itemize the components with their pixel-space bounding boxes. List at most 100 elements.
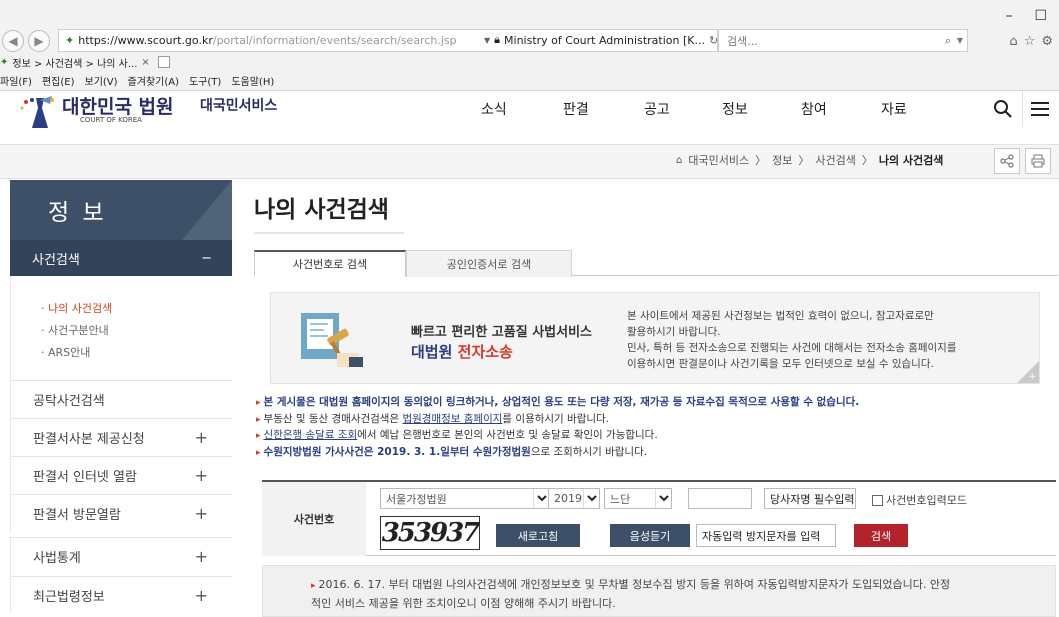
browser-toolbar-icons: ⌂ ☆ ⚙ [1009,34,1053,49]
case-number-input[interactable] [688,488,752,509]
tab-search-by-certificate[interactable]: 공인인증서로 검색 [406,250,572,277]
court-select[interactable]: 서울가정법원 [380,488,550,509]
submenu-ars-guide[interactable]: · ARS안내 [11,342,232,364]
captcha-refresh-button[interactable]: 새로고침 [496,524,580,547]
expand-icon[interactable]: + [195,428,208,447]
submenu-my-case-search[interactable]: · 나의 사건검색 [11,298,232,320]
banner-line: 이용하시면 판결문이나 사건기록을 모두 인터넷으로 보실 수 있습니다. [627,358,934,370]
court-emblem-icon[interactable] [18,94,58,130]
site-favicon-icon: ✦ [65,34,75,47]
nav-judgments[interactable]: 판결 [563,99,589,119]
expand-icon[interactable]: + [195,586,208,605]
bullet-icon: ▸ [311,581,316,591]
site-identity[interactable]: ▼ 🔒︎ Ministry of Court Administration [K… [484,33,718,47]
search-submit-button[interactable]: 검색 [854,524,908,547]
captcha-image: 353937 [380,516,480,550]
expand-icon[interactable]: + [195,466,208,485]
site-search-button[interactable] [985,91,1021,127]
menu-edit[interactable]: 편집(E) [42,73,75,89]
nav-materials[interactable]: 자료 [881,99,907,119]
case-number-mode-checkbox[interactable]: 사건번호입력모드 [872,492,967,508]
url-path: /portal/information/events/search/search… [212,34,457,47]
nav-information[interactable]: 정보 [722,99,748,119]
nav-news[interactable]: 소식 [481,99,507,119]
nav-notices[interactable]: 공고 [644,99,670,119]
window-controls: – ☐ [1005,8,1047,24]
sidebar-item-deposit-search[interactable]: 공탁사건검색 [10,380,232,418]
collapse-icon[interactable]: − [201,251,212,266]
home-icon[interactable]: ⌂ [676,155,682,166]
menu-file[interactable]: 파일(F) [0,73,32,89]
sidebar-item-label: 판결서 방문열람 [33,508,121,523]
site-menu-button[interactable] [1022,91,1056,127]
site-logo-title[interactable]: 대한민국 법원 [62,92,174,119]
breadcrumb-item[interactable]: 대국민서비스 [688,152,749,168]
e-litigation-banner[interactable]: 빠르고 편리한 고품질 사법서비스 대법원 전자소송 본 사이트에서 제공된 사… [270,292,1040,384]
tab-close-icon[interactable]: × [141,57,149,68]
sidebar-item-label: 최근법령정보 [33,590,105,605]
notice-text: 에서 예납 은행번호로 본인의 사건번호 및 송달료 확인이 가능합니다. [357,429,658,441]
search-icon[interactable]: ⌕ [945,34,951,48]
forward-button[interactable]: ▶ [28,30,50,52]
info-text: 2016. 6. 17. 부터 대법원 나의사건검색에 개인정보보호 및 무차별… [318,578,951,591]
year-select[interactable]: 2019 [548,488,600,509]
browser-menubar: 파일(F) 편집(E) 보기(V) 즐겨찾기(A) 도구(T) 도움말(H) [0,73,274,89]
sidebar-item-label: 공탁사건검색 [33,394,105,409]
browser-tab[interactable]: ✦ 정보 > 사건검색 > 나의 사... × [0,53,170,71]
breadcrumb-item[interactable]: 사건검색 [815,152,855,168]
back-button[interactable]: ◀ [2,30,24,52]
breadcrumb-item[interactable]: 정보 [772,152,792,168]
minimize-icon[interactable]: – [1005,8,1012,24]
auction-site-link[interactable]: 법원경매정보 홈페이지 [402,413,502,425]
notice-item: ▸ 신한은행 송달료 조회에서 예납 은행번호로 본인의 사건번호 및 송달료 확… [256,427,1056,444]
lock-icon: 🔒︎ [494,33,501,46]
checkbox-icon[interactable] [872,494,883,506]
sidebar-title-text: 정 보 [48,200,107,226]
nav-participation[interactable]: 참여 [801,99,827,119]
settings-gear-icon[interactable]: ⚙ [1041,34,1053,49]
menu-help[interactable]: 도움말(H) [231,73,274,89]
sidebar-item-case-search[interactable]: 사건검색 − [10,240,232,276]
court-select-value: 서울가정법원 [386,492,447,506]
captcha-audio-button[interactable]: 음성듣기 [610,524,690,547]
notice-text: 를 이용하시기 바랍니다. [502,412,610,425]
maximize-icon[interactable]: ☐ [1034,8,1047,24]
chevron-down-icon [533,489,549,508]
refresh-icon[interactable]: ↻ [709,34,718,47]
checkbox-label: 사건번호입력모드 [886,494,967,507]
favorites-star-icon[interactable]: ☆ [1024,34,1036,49]
sidebar-item-judgment-online[interactable]: 판결서 인터넷 열람 + [10,456,232,494]
bullet-icon: ▸ [256,398,261,408]
expand-icon[interactable]: + [195,547,208,566]
home-icon[interactable]: ⌂ [1009,34,1017,49]
service-name[interactable]: 대국민서비스 [200,95,277,115]
info-line: 적인 서비스 제공을 위한 조치이오니 이점 양해해 주시기 바랍니다. [311,597,616,610]
banner-brand-blue: 대법원 [411,343,453,361]
site-logo-subtitle: COURT OF KOREA [80,116,142,124]
menu-tools[interactable]: 도구(T) [189,73,221,89]
sidebar-item-label: 사건검색 [32,252,80,268]
submenu-case-type-guide[interactable]: · 사건구분안내 [11,320,232,342]
case-number-label: 사건번호 [262,482,366,556]
plus-icon[interactable]: + [1028,372,1036,382]
search-dropdown-icon[interactable]: ▼ [957,36,963,45]
share-button[interactable] [994,148,1020,174]
banner-description: 본 사이트에서 제공된 사건정보는 법적인 효력이 없으니, 참고자료로만 활용… [627,308,1027,372]
case-type-select[interactable]: 느단 [604,488,672,509]
expand-icon[interactable]: + [195,504,208,523]
captcha-input[interactable]: 자동입력 방지문자를 입력 [696,524,836,547]
tab-search-by-case-number[interactable]: 사건번호로 검색 [254,250,406,277]
search-tabs: 사건번호로 검색 공인인증서로 검색 [254,250,1058,277]
sidebar-item-judgment-copy[interactable]: 판결서사본 제공신청 + [10,418,232,456]
sidebar-item-law-info[interactable]: 최근법령정보 + [10,576,232,614]
browser-search-input[interactable]: 검색... ⌕ ▼ [718,29,968,52]
new-tab-icon[interactable] [157,56,170,68]
sidebar-item-judicial-stats[interactable]: 사법통계 + [10,537,232,575]
notice-item: ▸ 부동산 및 동산 경매사건검색은 법원경매정보 홈페이지를 이용하시기 바랍니… [256,411,1056,428]
print-button[interactable] [1025,148,1051,174]
menu-favorites[interactable]: 즐겨찾기(A) [128,73,179,89]
shinhan-fee-link[interactable]: 신한은행 송달료 조회 [264,429,358,441]
party-name-input[interactable]: 당사자명 필수입력 [764,488,856,509]
menu-view[interactable]: 보기(V) [85,73,118,89]
sidebar-item-judgment-visit[interactable]: 판결서 방문열람 + [10,494,232,532]
